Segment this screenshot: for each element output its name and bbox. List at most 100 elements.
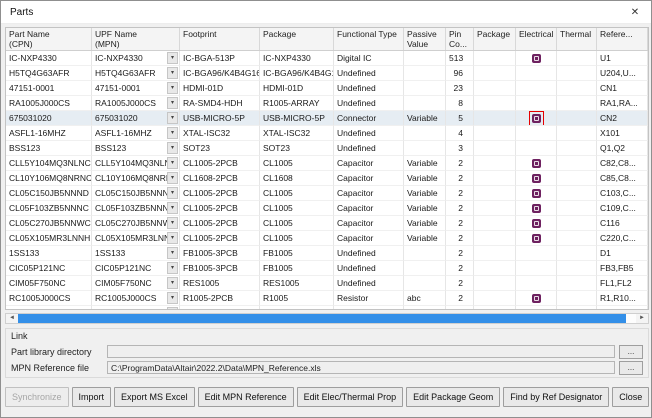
cell-reference: CN2 xyxy=(597,111,648,126)
cell-footprint: IC-BGA-513P xyxy=(180,51,260,66)
column-header-functional_type[interactable]: Functional Type xyxy=(334,28,404,50)
mpn-value: BSS123 xyxy=(95,141,167,155)
cell-electrical xyxy=(516,156,557,171)
mpn-reference-browse-button[interactable]: ... xyxy=(619,361,643,375)
cell-functional_type: Undefined xyxy=(334,276,404,291)
electrical-model-icon[interactable] xyxy=(532,159,541,168)
table-row[interactable]: RC1005J000CSRC1005J000CS▾R1005-2PCBR1005… xyxy=(6,291,648,306)
electrical-model-icon[interactable] xyxy=(532,234,541,243)
column-header-cpn[interactable]: Part Name (CPN) xyxy=(6,28,92,50)
mpn-reference-file-input[interactable] xyxy=(107,361,615,374)
cell-electrical xyxy=(516,96,557,111)
cell-thermal xyxy=(557,276,597,291)
mpn-value: CL05C150JB5NNND xyxy=(95,186,167,200)
scrollbar-thumb[interactable] xyxy=(18,314,626,323)
cell-passive_value xyxy=(404,141,446,156)
cell-pin_count: 2 xyxy=(446,186,474,201)
cell-thermal xyxy=(557,306,597,310)
column-header-package_prop[interactable]: Package xyxy=(474,28,516,50)
table-row[interactable]: CLL5Y104MQ3NLNCCLL5Y104MQ3NLNC▾CL1005-2P… xyxy=(6,156,648,171)
cell-pin_count: 4 xyxy=(446,126,474,141)
table-row[interactable]: ASFL1-16MHZASFL1-16MHZ▾XTAL-ISC32XTAL-IS… xyxy=(6,126,648,141)
table-row[interactable]: IC-NXP4330IC-NXP4330▾IC-BGA-513PIC-NXP43… xyxy=(6,51,648,66)
electrical-model-icon[interactable] xyxy=(532,294,541,303)
table-row[interactable]: BSS123BSS123▾SOT23SOT23Undefined3Q1,Q2 xyxy=(6,141,648,156)
electrical-model-icon[interactable] xyxy=(532,114,541,123)
parts-table: Part Name (CPN)UPF Name (MPN)FootprintPa… xyxy=(5,27,649,310)
mpn-dropdown-arrow-icon[interactable]: ▾ xyxy=(167,202,178,214)
mpn-dropdown-arrow-icon[interactable]: ▾ xyxy=(167,82,178,94)
table-row[interactable]: CL10Y106MQ8NRNCCL10Y106MQ8NRNC▾CL1608-2P… xyxy=(6,171,648,186)
cell-mpn: BSS123▾ xyxy=(92,141,180,156)
electrical-model-icon[interactable] xyxy=(532,309,541,311)
cell-package_prop xyxy=(474,96,516,111)
mpn-dropdown-arrow-icon[interactable]: ▾ xyxy=(167,307,178,310)
mpn-dropdown-arrow-icon[interactable]: ▾ xyxy=(167,97,178,109)
mpn-dropdown-arrow-icon[interactable]: ▾ xyxy=(167,187,178,199)
column-header-pin_count[interactable]: Pin Co... xyxy=(446,28,474,50)
mpn-dropdown-arrow-icon[interactable]: ▾ xyxy=(167,142,178,154)
close-icon[interactable]: ✕ xyxy=(619,1,651,23)
mpn-dropdown-arrow-icon[interactable]: ▾ xyxy=(167,67,178,79)
table-row[interactable]: 1SS1331SS133▾FB1005-3PCBFB1005Undefined2… xyxy=(6,246,648,261)
electrical-model-icon[interactable] xyxy=(532,204,541,213)
edit-elec-thermal-prop-button[interactable]: Edit Elec/Thermal Prop xyxy=(297,387,404,407)
column-header-mpn[interactable]: UPF Name (MPN) xyxy=(92,28,180,50)
import-button[interactable]: Import xyxy=(72,387,112,407)
table-row[interactable]: CL05C150JB5NNNDCL05C150JB5NNND▾CL1005-2P… xyxy=(6,186,648,201)
table-row[interactable]: CL05C270JB5NNWCCL05C270JB5NNWC▾CL1005-2P… xyxy=(6,216,648,231)
column-header-reference[interactable]: Refere... xyxy=(597,28,648,50)
table-row[interactable]: 47151-000147151-0001▾HDMI-01DHDMI-01DUnd… xyxy=(6,81,648,96)
table-row[interactable]: RC1005F1002CSRC1005F1002CS▾R1005-2PCBR10… xyxy=(6,306,648,310)
column-header-thermal[interactable]: Thermal xyxy=(557,28,597,50)
electrical-icon-wrap xyxy=(532,174,541,183)
mpn-dropdown-arrow-icon[interactable]: ▾ xyxy=(167,157,178,169)
scroll-right-icon[interactable]: ► xyxy=(636,314,648,323)
mpn-dropdown-arrow-icon[interactable]: ▾ xyxy=(167,277,178,289)
column-header-footprint[interactable]: Footprint xyxy=(180,28,260,50)
cell-electrical xyxy=(516,126,557,141)
horizontal-scrollbar[interactable]: ◄ ► xyxy=(5,313,649,324)
find-by-ref-designator-button[interactable]: Find by Ref Designator xyxy=(503,387,609,407)
table-row[interactable]: RA1005J000CSRA1005J000CS▾RA-SMD4-HDHR100… xyxy=(6,96,648,111)
cell-cpn: RC1005F1002CS xyxy=(6,306,92,310)
part-library-browse-button[interactable]: ... xyxy=(619,345,643,359)
cell-footprint: USB-MICRO-5P xyxy=(180,111,260,126)
mpn-dropdown-arrow-icon[interactable]: ▾ xyxy=(167,127,178,139)
cell-package_prop xyxy=(474,276,516,291)
close-button[interactable]: Close xyxy=(612,387,649,407)
column-header-passive_value[interactable]: Passive Value xyxy=(404,28,446,50)
mpn-dropdown-arrow-icon[interactable]: ▾ xyxy=(167,112,178,124)
table-row[interactable]: CIM05F750NCCIM05F750NC▾RES1005RES1005Und… xyxy=(6,276,648,291)
export-ms-excel-button[interactable]: Export MS Excel xyxy=(114,387,195,407)
part-library-row: Part library directory ... xyxy=(11,344,643,359)
column-header-package[interactable]: Package xyxy=(260,28,334,50)
part-library-directory-input[interactable] xyxy=(107,345,615,358)
table-row[interactable]: CIC05P121NCCIC05P121NC▾FB1005-3PCBFB1005… xyxy=(6,261,648,276)
mpn-dropdown-arrow-icon[interactable]: ▾ xyxy=(167,262,178,274)
cell-footprint: FB1005-3PCB xyxy=(180,261,260,276)
electrical-model-icon[interactable] xyxy=(532,219,541,228)
cell-cpn: CIM05F750NC xyxy=(6,276,92,291)
mpn-dropdown-arrow-icon[interactable]: ▾ xyxy=(167,292,178,304)
electrical-model-icon[interactable] xyxy=(532,189,541,198)
table-row[interactable]: H5TQ4G63AFRH5TQ4G63AFR▾IC-BGA96/K4B4G16I… xyxy=(6,66,648,81)
table-row[interactable]: CL05F103ZB5NNNCCL05F103ZB5NNNC▾CL1005-2P… xyxy=(6,201,648,216)
synchronize-button[interactable]: Synchronize xyxy=(5,387,69,407)
red-highlight-box xyxy=(529,111,544,126)
mpn-dropdown-arrow-icon[interactable]: ▾ xyxy=(167,172,178,184)
cell-thermal xyxy=(557,201,597,216)
mpn-dropdown-arrow-icon[interactable]: ▾ xyxy=(167,232,178,244)
mpn-dropdown-arrow-icon[interactable]: ▾ xyxy=(167,217,178,229)
mpn-dropdown-arrow-icon[interactable]: ▾ xyxy=(167,52,178,64)
column-header-electrical[interactable]: Electrical xyxy=(516,28,557,50)
scroll-left-icon[interactable]: ◄ xyxy=(6,314,18,323)
electrical-model-icon[interactable] xyxy=(532,174,541,183)
edit-mpn-reference-button[interactable]: Edit MPN Reference xyxy=(198,387,294,407)
electrical-model-icon[interactable] xyxy=(532,54,541,63)
scrollbar-track[interactable] xyxy=(18,314,636,323)
mpn-dropdown-arrow-icon[interactable]: ▾ xyxy=(167,247,178,259)
table-row[interactable]: CL05X105MR3LNNHCL05X105MR3LNNH▾CL1005-2P… xyxy=(6,231,648,246)
edit-package-geom-button[interactable]: Edit Package Geom xyxy=(406,387,500,407)
table-row[interactable]: 675031020675031020▾USB-MICRO-5PUSB-MICRO… xyxy=(6,111,648,126)
